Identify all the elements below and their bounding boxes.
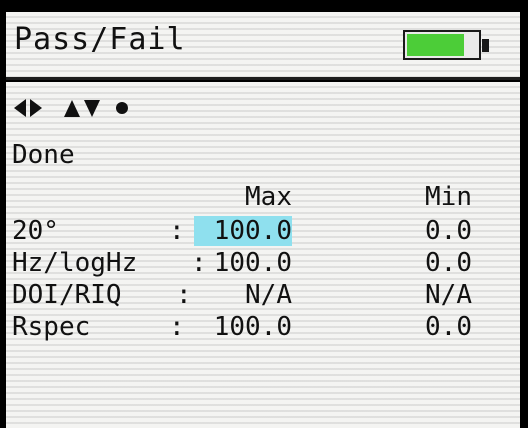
row-colon: :: [169, 312, 185, 342]
min-value-field-rspec[interactable]: 0.0: [386, 312, 472, 342]
status-text: Done: [12, 140, 75, 170]
lcd-screen: Pass/Fail Done Max Min 20°: 100.0 0.0 H…: [6, 12, 520, 428]
max-value-field-hz-loghz[interactable]: 100.0: [194, 248, 292, 278]
max-value-field-rspec[interactable]: 100.0: [194, 312, 292, 342]
row-label-hz-loghz: Hz/logHz: [12, 248, 138, 278]
battery-tip: [482, 39, 489, 52]
row-label-doi-riq: DOI/RIQ: [12, 280, 122, 310]
row-label-rspec: Rspec: [12, 312, 91, 342]
col-header-min: Min: [425, 182, 472, 212]
min-value-field-20deg[interactable]: 0.0: [386, 216, 472, 246]
row-colon: :: [169, 216, 185, 246]
title-bar: Pass/Fail: [6, 12, 520, 80]
battery-icon: [403, 30, 481, 60]
col-header-max: Max: [245, 182, 292, 212]
max-value-field-doi-riq[interactable]: N/A: [194, 280, 292, 310]
min-value-field-doi-riq[interactable]: N/A: [386, 280, 472, 310]
device-frame: Pass/Fail Done Max Min 20°: 100.0 0.0 H…: [0, 0, 528, 428]
max-value-field-20deg[interactable]: 100.0: [194, 216, 292, 246]
row-colon: :: [176, 280, 192, 310]
nav-hints: [12, 94, 132, 126]
dot-select-icon: [112, 96, 132, 124]
main-panel: Done Max Min 20° : 100.0 0.0 Hz/logHz : …: [6, 82, 520, 428]
battery-level-fill: [407, 34, 464, 56]
page-title: Pass/Fail: [14, 22, 186, 57]
up-down-arrows-icon: [62, 96, 102, 124]
row-label-20deg: 20°: [12, 216, 59, 246]
left-right-arrows-icon: [12, 96, 52, 124]
min-value-field-hz-loghz[interactable]: 0.0: [386, 248, 472, 278]
